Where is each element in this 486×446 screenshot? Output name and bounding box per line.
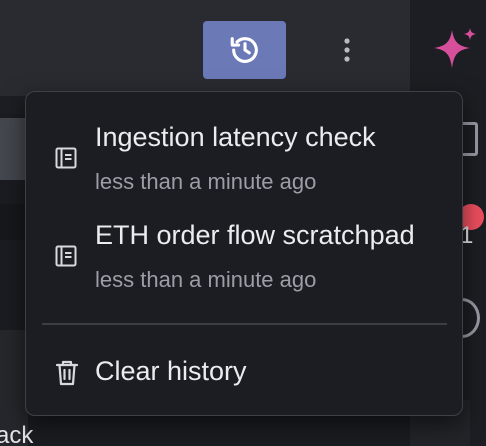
history-button[interactable] bbox=[203, 21, 286, 79]
clear-history-label: Clear history bbox=[95, 356, 247, 386]
notebook-icon bbox=[55, 147, 77, 169]
trash-icon bbox=[55, 360, 79, 386]
history-item-title: ETH order flow scratchpad bbox=[95, 220, 415, 250]
more-vertical-icon bbox=[344, 38, 350, 62]
history-item[interactable]: ETH order flow scratchpad less than a mi… bbox=[26, 214, 462, 300]
background-row bbox=[0, 204, 28, 240]
more-options-button[interactable] bbox=[332, 30, 362, 70]
background-row-selected bbox=[0, 118, 28, 180]
notebook-icon bbox=[55, 245, 77, 267]
history-icon bbox=[230, 37, 258, 63]
history-item[interactable]: Ingestion latency check less than a minu… bbox=[26, 116, 462, 202]
menu-divider bbox=[42, 323, 447, 325]
sparkle-icon[interactable] bbox=[432, 26, 478, 72]
background-text: ack bbox=[0, 422, 34, 446]
clear-history-button[interactable]: Clear history bbox=[26, 342, 462, 406]
history-item-title: Ingestion latency check bbox=[95, 122, 376, 152]
history-item-timestamp: less than a minute ago bbox=[95, 267, 317, 292]
app-window: ack 1 Ingestion latency check less than … bbox=[0, 0, 486, 446]
history-menu: Ingestion latency check less than a minu… bbox=[25, 91, 463, 416]
history-item-timestamp: less than a minute ago bbox=[95, 169, 317, 194]
